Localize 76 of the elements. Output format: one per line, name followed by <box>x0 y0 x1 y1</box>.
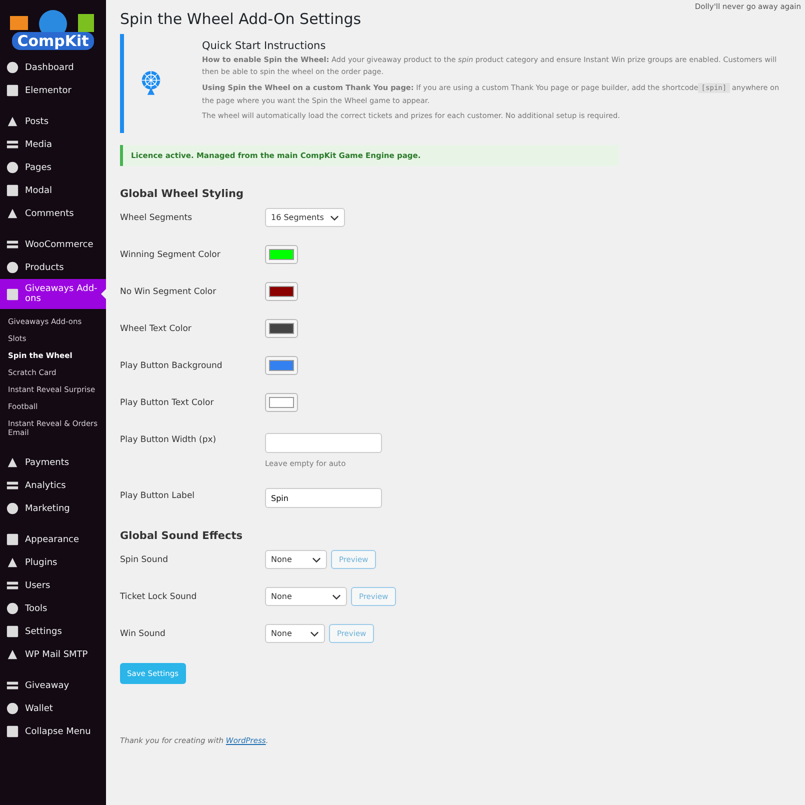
field-label: Ticket Lock Sound <box>120 591 198 602</box>
menu-item[interactable]: Modal <box>0 179 106 202</box>
menu-icon <box>6 288 19 300</box>
color-picker[interactable] <box>265 245 298 264</box>
menu-item[interactable]: Comments <box>0 202 106 225</box>
color-picker[interactable] <box>265 393 298 412</box>
menu-item[interactable]: Users <box>0 574 106 597</box>
sound-dropdown[interactable]: None <box>265 550 327 570</box>
menu-icon <box>6 725 19 738</box>
field-label: Spin Sound <box>120 554 170 566</box>
menu-item[interactable]: Pages <box>0 156 106 179</box>
color-picker[interactable] <box>265 282 298 302</box>
field-label: Win Sound <box>120 628 166 640</box>
chevron-icon <box>310 630 319 637</box>
chevron-icon <box>332 594 341 600</box>
menu-item[interactable]: Tools <box>0 597 106 620</box>
menu-item[interactable]: Products <box>0 256 106 279</box>
menu-item[interactable]: Dashboard <box>0 56 106 79</box>
text-field[interactable]: Spin <box>265 488 382 508</box>
text-field[interactable] <box>265 432 382 453</box>
menu-item[interactable]: Giveaway <box>0 674 106 697</box>
menu-icon <box>6 679 19 692</box>
menu-icon <box>6 625 19 638</box>
field-label: No Win Segment Color <box>120 286 218 298</box>
menu-item[interactable]: Analytics <box>0 474 106 497</box>
field-label: Play Button Label <box>120 490 196 501</box>
menu-icon <box>6 261 19 274</box>
field-label: Play Button Text Color <box>120 397 215 408</box>
menu-item[interactable]: WP Mail SMTP <box>0 643 106 666</box>
ferris-wheel-icon <box>140 70 162 96</box>
menu-item[interactable]: Wallet <box>0 697 106 720</box>
menu-icon <box>6 579 19 592</box>
menu-item[interactable]: WooCommerce <box>0 233 106 256</box>
menu-item[interactable]: Plugins <box>0 551 106 574</box>
field-label: Winning Segment Color <box>120 249 222 260</box>
menu-icon <box>6 184 19 197</box>
menu-item[interactable]: Elementor <box>0 79 106 102</box>
menu-icon <box>6 61 19 74</box>
menu-item[interactable]: Giveaways Add-ons <box>0 279 106 309</box>
segments-dropdown[interactable]: 16 Segments <box>265 208 345 228</box>
menu-item[interactable]: Appearance <box>0 528 106 551</box>
menu-item[interactable]: Posts <box>0 110 106 133</box>
field-label: Wheel Text Color <box>120 323 192 334</box>
menu-icon <box>6 138 19 151</box>
menu-icon <box>6 502 19 515</box>
menu-icon <box>6 533 19 546</box>
menu-item[interactable]: Media <box>0 133 106 156</box>
menu-icon <box>6 702 19 715</box>
field-label: Play Button Background <box>120 360 224 372</box>
color-picker[interactable] <box>265 319 298 338</box>
menu-icon <box>6 238 19 251</box>
menu-item[interactable]: Marketing <box>0 497 106 520</box>
menu-icon <box>6 207 19 220</box>
page-title: Spin the Wheel Add-On Settings <box>120 10 362 28</box>
sound-dropdown[interactable]: None <box>265 587 347 606</box>
menu-icon <box>6 456 19 469</box>
compkit-logo[interactable]: CompKit <box>0 8 106 50</box>
chevron-icon <box>312 556 321 563</box>
field-label: Wheel Segments <box>120 212 193 224</box>
section-heading: Global Wheel Styling <box>120 188 244 200</box>
chevron-icon <box>330 214 339 221</box>
sound-dropdown[interactable]: None <box>265 624 325 644</box>
color-picker[interactable] <box>265 356 298 376</box>
menu-item[interactable]: Settings <box>0 620 106 643</box>
menu-icon <box>6 602 19 615</box>
menu-icon <box>6 84 19 97</box>
menu-icon <box>6 115 19 128</box>
section-heading: Global Sound Effects <box>120 530 244 542</box>
instructions-heading: Quick Start Instructions <box>202 40 327 52</box>
menu-icon <box>6 161 19 174</box>
menu-icon <box>6 479 19 492</box>
menu-item[interactable]: Collapse Menu <box>0 720 106 743</box>
menu-item[interactable]: Payments <box>0 451 106 474</box>
menu-icon <box>6 556 19 569</box>
menu-icon <box>6 648 19 661</box>
field-label: Play Button Width (px) <box>120 434 218 446</box>
